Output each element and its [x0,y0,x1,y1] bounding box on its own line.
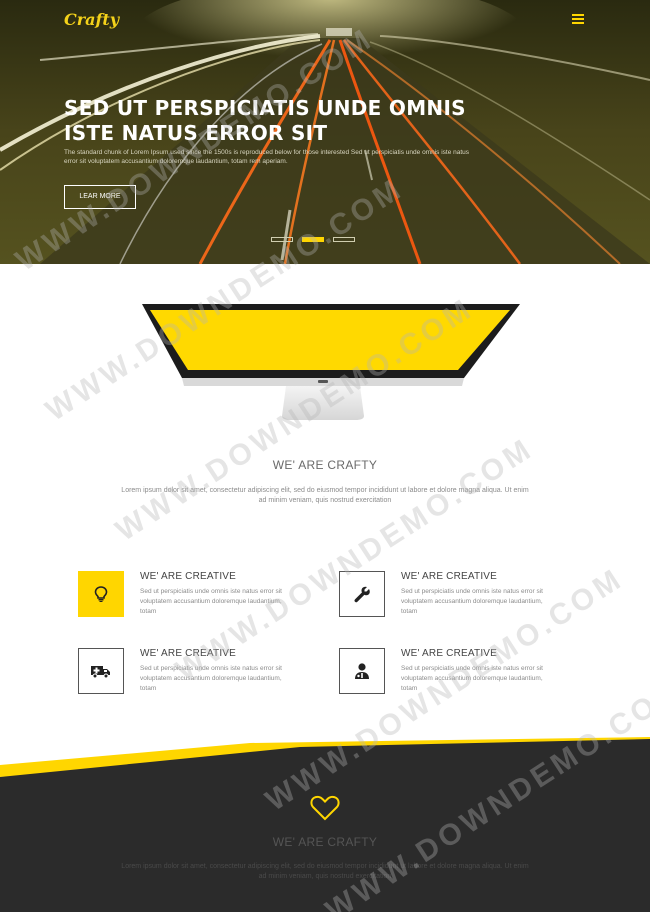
heart-icon [310,795,340,821]
wrench-icon [339,571,385,617]
hamburger-menu-icon[interactable] [572,14,584,24]
lightbulb-icon [78,571,124,617]
doctor-icon [339,648,385,694]
learn-more-button[interactable]: LEAR MORE [64,185,136,209]
feature-title: WE' ARE CREATIVE [401,571,498,582]
feature-title: WE' ARE CREATIVE [140,571,237,582]
feature-text: Sed ut perspiciatis unde omnis iste natu… [140,665,282,692]
feature-card: WE' ARE CREATIVE Sed ut perspiciatis und… [78,648,328,698]
footer-section-text: Lorem ipsum dolor sit amet, consectetur … [121,863,529,880]
footer-section-background [0,737,650,912]
about-title: WE' ARE CRAFTY [272,458,378,472]
slider-dot-3[interactable] [333,237,355,242]
feature-card: WE' ARE CREATIVE Sed ut perspiciatis und… [339,648,589,698]
ambulance-icon [78,648,124,694]
feature-text: Sed ut perspiciatis unde omnis iste natu… [140,588,282,615]
slider-dot-1[interactable] [271,237,293,242]
feature-card: WE' ARE CREATIVE Sed ut perspiciatis und… [78,571,328,621]
logo[interactable]: Crafty [64,10,119,29]
hero-title: SED UT PERSPICIATIS UNDE OMNIS ISTE NATU… [64,96,466,145]
feature-text: Sed ut perspiciatis unde omnis iste natu… [401,665,543,692]
footer-section-title: WE' ARE CRAFTY [272,835,378,849]
monitor-image [142,304,520,420]
feature-text: Sed ut perspiciatis unde omnis iste natu… [401,588,543,615]
feature-card: WE' ARE CREATIVE Sed ut perspiciatis und… [339,571,589,621]
about-text: Lorem ipsum dolor sit amet, consectetur … [121,487,529,504]
hero-banner: Crafty SED UT PERSPICIATIS UNDE OMNIS IS… [0,0,650,264]
slider-dot-2[interactable] [302,237,324,242]
feature-title: WE' ARE CREATIVE [401,648,498,659]
feature-title: WE' ARE CREATIVE [140,648,237,659]
hero-text: The standard chunk of Lorem Ipsum used s… [64,149,470,165]
